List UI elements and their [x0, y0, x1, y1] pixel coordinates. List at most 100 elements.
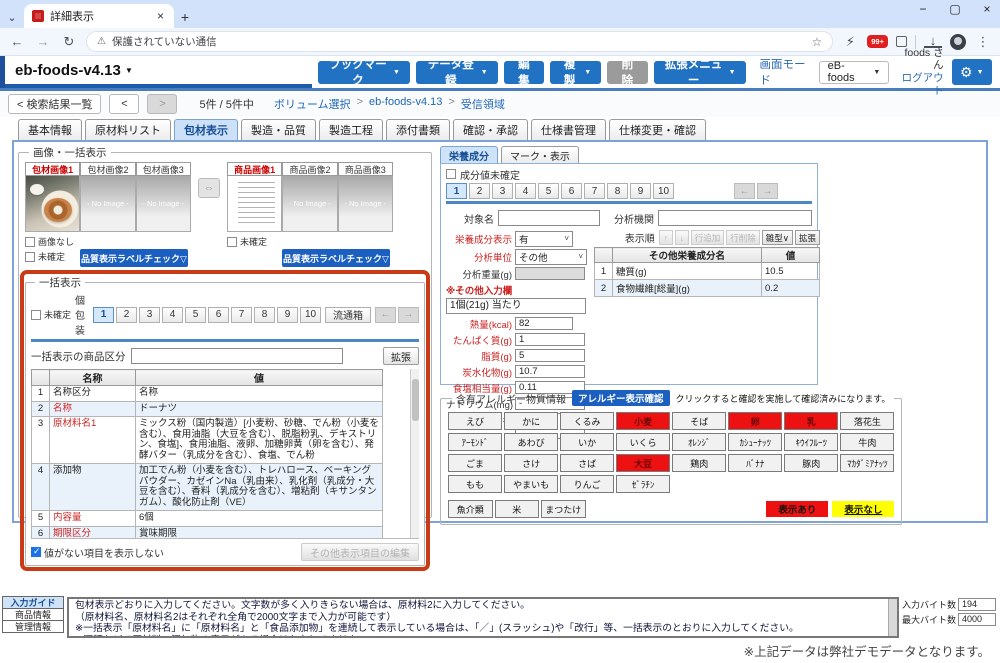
batch-expand-button[interactable]: 拡張 [383, 347, 420, 365]
allergen-cell[interactable]: 魚介類 [448, 500, 493, 518]
allergen-cell[interactable]: かに [504, 412, 559, 430]
header-action-button[interactable]: ブックマーク ▼ [318, 59, 410, 87]
delete-row-button[interactable]: 行削除 [726, 230, 760, 245]
allergen-cell[interactable]: ごま [448, 454, 503, 472]
unconfirmed-checkbox[interactable] [25, 251, 35, 262]
unconfirmed-checkbox-row[interactable]: 未確定 [227, 235, 282, 248]
nutrition-page-tab[interactable]: 9 [630, 183, 652, 199]
nutrition-expand-button[interactable]: 拡張 [795, 230, 821, 245]
package-image-empty[interactable]: - No Image - [80, 176, 136, 232]
unit-select[interactable]: その他 ˅ [515, 248, 588, 265]
table-row[interactable]: 4 添加物 加工でん粉（小麦を含む）、トレハロース、ベーキングパウダー、カゼイン… [31, 463, 383, 511]
batch-page-tab[interactable]: 7 [231, 306, 253, 323]
main-tab[interactable]: 仕様変更・確認 [609, 119, 706, 140]
tab-mark-display[interactable]: マーク・表示 [501, 146, 579, 163]
product-image-tab[interactable]: 商品画像3 [337, 162, 393, 176]
logout-link[interactable]: ログアウト [895, 72, 944, 97]
allergen-cell[interactable]: 大豆 [616, 454, 671, 472]
quality-label-check-button[interactable]: 品質表示ラベルチェック▽ [282, 249, 390, 267]
main-tab[interactable]: 確認・承認 [453, 119, 528, 140]
batch-unconfirmed-row[interactable]: 未確定 [31, 308, 71, 321]
page-right-arrow-button[interactable]: → [757, 183, 779, 199]
header-action-button[interactable]: データ登録 ▼ [415, 59, 498, 87]
allergen-cell[interactable]: もも [448, 475, 503, 493]
other-input[interactable]: 1個(21g) 当たり [446, 298, 587, 314]
product-image-empty[interactable]: - No Image - [282, 176, 338, 232]
allergen-cell[interactable]: まつたけ [541, 500, 586, 518]
window-minimize-icon[interactable]: − [916, 2, 930, 16]
move-down-button[interactable]: ↓ [674, 230, 689, 245]
package-photo-donut[interactable] [25, 176, 81, 232]
add-row-button[interactable]: 行追加 [690, 230, 725, 245]
main-tab[interactable]: 包材表示 [174, 119, 238, 140]
prev-record-button[interactable]: < [109, 94, 140, 114]
no-image-checkbox[interactable] [25, 236, 35, 247]
nutrition-page-tab[interactable]: 10 [653, 183, 675, 199]
batch-page-tab[interactable]: 1 [93, 306, 115, 323]
allergen-cell[interactable]: 小麦 [616, 412, 671, 430]
target-name-input[interactable] [498, 210, 601, 226]
window-maximize-icon[interactable]: ▢ [948, 2, 962, 16]
header-action-button[interactable]: 削除▼ [607, 59, 648, 87]
page-left-arrow-button[interactable]: ← [375, 306, 397, 323]
table-row[interactable]: 5 内容量 6個 [31, 510, 383, 527]
allergen-cell[interactable]: あわび [504, 433, 559, 451]
main-tab[interactable]: 原材料リスト [85, 119, 171, 140]
allergen-cell[interactable]: やまいも [504, 475, 559, 493]
app-title[interactable]: eb-foods-v4.13 ▼ [5, 56, 312, 88]
reload-icon[interactable]: ↻ [60, 34, 78, 50]
allergen-cell[interactable]: 鶏肉 [672, 454, 727, 472]
table-row[interactable]: 1 糖質(g) 10.5 [594, 262, 821, 280]
nutrient-input[interactable]: 10.7 [515, 365, 586, 378]
allergen-cell[interactable]: 乳 [784, 412, 839, 430]
address-bar[interactable]: ⚠ 保護されていない通信 ☆ [86, 31, 834, 52]
package-image-tab[interactable]: 包材画像1 [25, 162, 81, 176]
allergen-cell[interactable]: いか [560, 433, 615, 451]
guide-scrollbar[interactable] [888, 599, 897, 636]
main-tab[interactable]: 製造・品質 [241, 119, 316, 140]
allergen-cell[interactable]: ｶｼｭｰﾅｯﾂ [728, 433, 783, 451]
package-image-tab[interactable]: 包材画像3 [135, 162, 191, 176]
nutrition-page-tab[interactable]: 4 [515, 183, 537, 199]
scrollbar-thumb[interactable] [412, 379, 420, 421]
table-row[interactable]: 2 食物繊維[総量](g) 0.2 [594, 279, 821, 297]
allergen-cell[interactable]: ｵﾚﾝｼﾞ [672, 433, 727, 451]
hide-empty-row[interactable]: 値がない項目を表示しない [31, 545, 164, 560]
batch-page-tab[interactable]: 6 [208, 306, 230, 323]
kubun-input[interactable] [130, 348, 343, 364]
allergen-cell[interactable]: 卵 [728, 412, 783, 430]
header-action-button[interactable]: 複製 ▼ [550, 59, 602, 87]
product-image-empty[interactable]: - No Image - [337, 176, 393, 232]
header-action-button[interactable]: 拡張メニュー ▼ [653, 59, 746, 87]
page-left-arrow-button[interactable]: ← [734, 183, 756, 199]
allergen-cell[interactable]: ﾊﾞﾅﾅ [728, 454, 783, 472]
no-image-checkbox-row[interactable]: 画像なし [25, 235, 80, 248]
allergen-confirm-button[interactable]: アレルギー表示確認 [572, 390, 670, 406]
unconfirmed-checkbox[interactable] [227, 236, 237, 247]
product-image-tab[interactable]: 商品画像2 [282, 162, 338, 176]
allergen-cell[interactable]: 牛肉 [840, 433, 895, 451]
page-right-arrow-button[interactable]: → [398, 306, 420, 323]
allergen-cell[interactable]: さけ [504, 454, 559, 472]
allergen-cell[interactable]: いくら [616, 433, 671, 451]
batch-page-tab[interactable]: 4 [162, 306, 184, 323]
back-to-results-button[interactable]: < 検索結果一覧 [8, 94, 102, 114]
nutrition-page-tab[interactable]: 2 [469, 183, 491, 199]
forward-icon[interactable]: → [34, 34, 52, 49]
nutrition-page-tab[interactable]: 1 [446, 183, 468, 199]
breadcrumb-volume[interactable]: ボリューム選択 [274, 96, 351, 112]
header-action-button[interactable]: 編集▼ [503, 59, 545, 87]
allergen-cell[interactable]: くるみ [560, 412, 615, 430]
tab-close-icon[interactable]: × [155, 9, 166, 23]
main-tab[interactable]: 基本情報 [18, 119, 82, 140]
quality-label-check-button[interactable]: 品質表示ラベルチェック▽ [80, 249, 188, 267]
breadcrumb-area[interactable]: 受信領域 [461, 96, 505, 112]
agency-input[interactable] [658, 210, 813, 226]
batch-table-scrollbar[interactable] [410, 369, 420, 538]
nutrition-page-tab[interactable]: 7 [584, 183, 606, 199]
next-record-button[interactable]: > [147, 94, 178, 114]
allergen-cell[interactable]: ｾﾞﾗﾁﾝ [616, 475, 671, 493]
nutrient-input[interactable]: 5 [515, 349, 586, 362]
screen-mode-select[interactable]: eB-foods ▼ [818, 60, 890, 84]
batch-page-tab[interactable]: 3 [139, 306, 161, 323]
